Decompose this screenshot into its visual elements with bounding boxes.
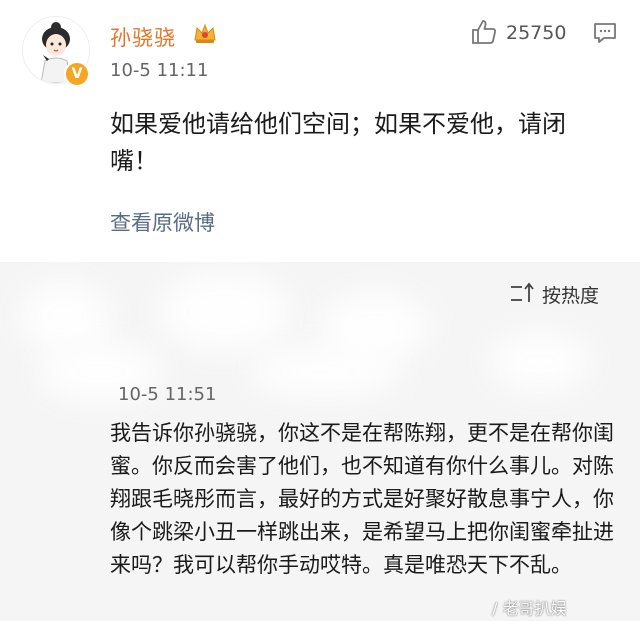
comments-section: 按热度 10-5 11:51 我告诉你孙骁骁，你这不是在帮陈翔，更不是在帮你闺蜜… [0,262,640,621]
like-thumb-icon[interactable] [470,18,498,46]
post-timestamp: 10-5 11:11 [110,60,209,81]
post-content: 如果爱他请给他们空间；如果不爱他，请闭嘴！ [110,110,566,175]
blur-overlay [160,272,290,352]
like-count: 25750 [506,22,567,44]
comment-icon[interactable] [593,22,617,44]
view-original-link[interactable]: 查看原微博 [110,207,215,237]
post-username[interactable]: 孙骁骁 [110,22,176,52]
blur-overlay [250,347,400,397]
blur-overlay [490,332,590,392]
weibo-post: V 孙骁骁 10-5 11:11 25750 如果爱他请给他们空间；如果不爱他，… [0,0,640,262]
verified-badge: V [64,61,90,87]
comment-timestamp: 10-5 11:51 [118,384,217,405]
comment-content: 我告诉你孙骁骁，你这不是在帮陈翔，更不是在帮你闺蜜。你反而会害了他们，也不知道有… [110,421,614,577]
sort-icon[interactable] [508,281,538,305]
watermark: / 老哥扒娱 [492,599,567,618]
crown-vip-icon [194,23,216,43]
sort-by-hot-button[interactable]: 按热度 [542,281,599,308]
